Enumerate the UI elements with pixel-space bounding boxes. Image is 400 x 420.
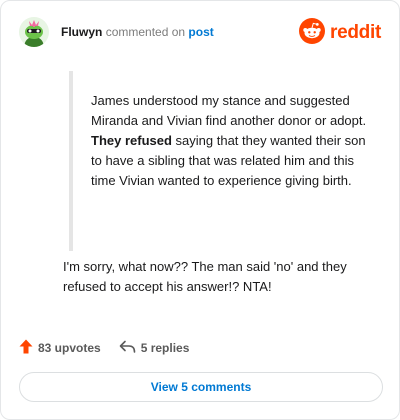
replies-button[interactable]: 5 replies: [119, 340, 190, 357]
upvote-arrow-icon: [19, 339, 38, 357]
author-name[interactable]: Fluwyn: [61, 25, 102, 39]
quote-text-bold: They refused: [91, 133, 172, 148]
commented-on-label: commented on: [105, 25, 186, 39]
view-comments-button[interactable]: View 5 comments: [19, 372, 383, 402]
reply-arrow-icon: [119, 340, 141, 357]
quoted-text-block: James understood my stance and suggested…: [69, 71, 369, 251]
reddit-wordmark: reddit: [330, 22, 381, 43]
reddit-logo-icon: [299, 17, 326, 49]
comment-header: Fluwyn commented on post reddit: [19, 17, 381, 51]
comment-actions: 83 upvotes 5 replies: [19, 338, 189, 358]
user-avatar-icon[interactable]: [19, 17, 49, 47]
comment-meta: Fluwyn commented on post: [61, 25, 214, 39]
upvote-count: 83 upvotes: [38, 341, 101, 355]
reddit-logo[interactable]: reddit: [299, 17, 381, 49]
quote-text: James understood my stance and suggested…: [91, 91, 369, 191]
upvote-button[interactable]: 83 upvotes: [19, 339, 101, 357]
post-link[interactable]: post: [188, 25, 213, 39]
comment-card: Fluwyn commented on post reddit James un…: [0, 0, 400, 420]
reply-count: 5 replies: [140, 341, 190, 355]
quote-text-part-1: James understood my stance and suggested…: [91, 93, 367, 128]
comment-body: I'm sorry, what now?? The man said 'no' …: [63, 259, 347, 294]
